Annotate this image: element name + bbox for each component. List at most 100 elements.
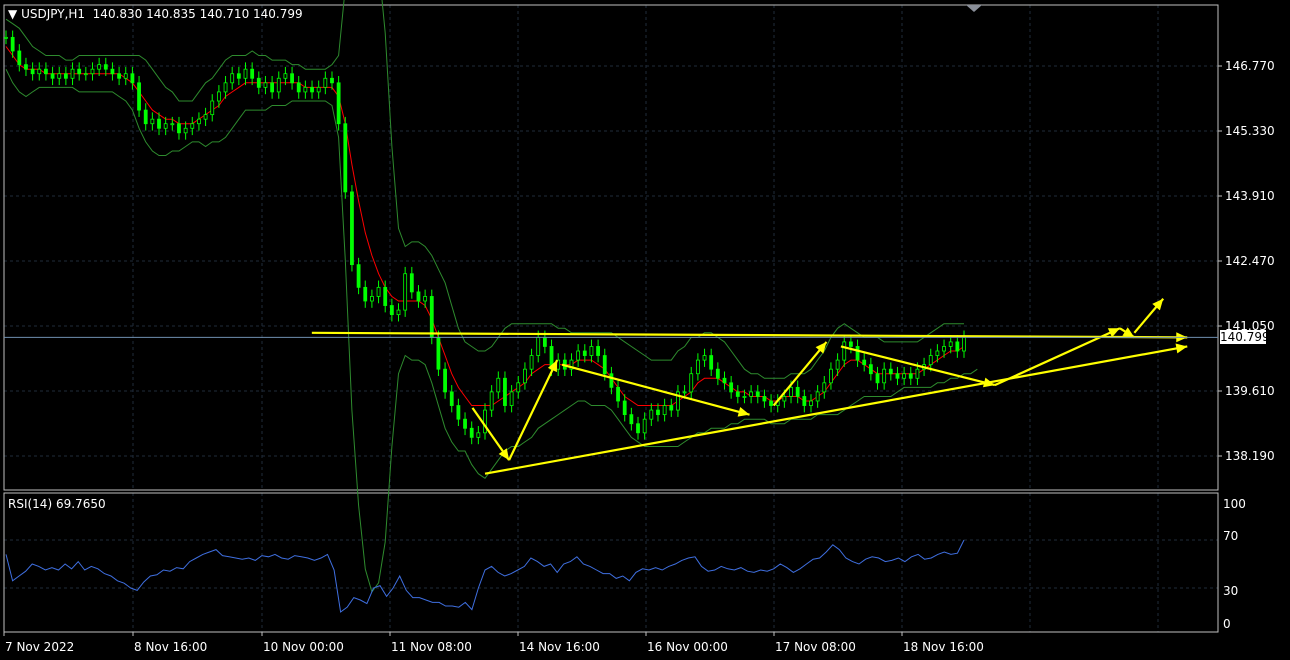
time-tick-label: 18 Nov 16:00 xyxy=(903,640,984,654)
rsi-tick-label: 70 xyxy=(1223,529,1238,543)
time-tick-label: 17 Nov 08:00 xyxy=(775,640,856,654)
candle-body xyxy=(310,86,314,93)
candle-body xyxy=(449,391,454,406)
candle-body xyxy=(955,341,960,352)
price-axis: 146.770145.330143.910142.470141.050139.6… xyxy=(1218,59,1275,463)
high-value: 140.835 xyxy=(146,7,196,21)
candle-body xyxy=(962,336,966,352)
candle-body xyxy=(463,418,467,429)
rsi-label: RSI(14) xyxy=(8,497,53,511)
collapse-triangle-icon[interactable]: ▼ xyxy=(8,7,17,21)
candle-body xyxy=(542,336,547,347)
candle-body xyxy=(110,68,115,75)
candle-body xyxy=(10,36,15,52)
lower-band-line xyxy=(5,68,978,594)
candle-body xyxy=(649,409,654,420)
candle-body xyxy=(123,73,128,79)
candle-body xyxy=(363,286,368,302)
symbol-label: USDJPY,H1 xyxy=(21,7,86,21)
price-tick-label: 142.470 xyxy=(1225,254,1275,268)
candle-body xyxy=(636,423,640,434)
candle-body xyxy=(97,64,102,70)
price-tick-label: 146.770 xyxy=(1225,59,1275,73)
open-value: 140.830 xyxy=(92,7,143,21)
candle-body xyxy=(689,373,694,393)
annotation-arrow-head xyxy=(1175,343,1188,354)
candle-body xyxy=(137,82,141,111)
candle-body xyxy=(729,382,734,393)
candle-body xyxy=(183,127,188,134)
candle-body xyxy=(236,73,241,79)
candle-body xyxy=(456,405,461,420)
candle-body xyxy=(163,123,168,129)
candle-body xyxy=(276,77,281,93)
candle-body xyxy=(223,82,228,93)
candle-body xyxy=(370,296,374,302)
candle-body xyxy=(529,355,534,370)
candle-body xyxy=(256,77,261,88)
rsi-header: RSI(14) 69.7650 xyxy=(8,497,106,511)
candle-body xyxy=(902,373,907,379)
current-price-tag: 140.799 xyxy=(1220,330,1270,344)
candle-body xyxy=(469,427,474,438)
candle-body xyxy=(37,68,42,75)
candle-body xyxy=(263,82,268,88)
candle-body xyxy=(516,382,521,393)
candle-body xyxy=(436,336,441,370)
candle-body xyxy=(30,68,35,75)
candle-body xyxy=(396,309,401,316)
candle-body xyxy=(662,405,667,416)
annotation-arrows xyxy=(311,298,1188,475)
candle-body xyxy=(755,391,760,397)
candle-body xyxy=(343,123,348,193)
candle-body xyxy=(416,291,421,302)
candle-body xyxy=(70,68,75,79)
candle-body xyxy=(789,386,793,397)
time-tick-label: 8 Nov 16:00 xyxy=(134,640,207,654)
candle-body xyxy=(669,405,674,411)
candle-body xyxy=(849,341,853,347)
scroll-marker-icon[interactable] xyxy=(966,5,982,12)
candle-body xyxy=(715,368,720,379)
candle-body xyxy=(243,68,248,79)
candle-body xyxy=(389,305,394,316)
candle-body xyxy=(63,73,68,79)
candle-body xyxy=(103,64,108,70)
candle-body xyxy=(642,418,647,434)
close-value: 140.799 xyxy=(253,7,303,21)
candle-body xyxy=(230,73,235,84)
time-tick-label: 11 Nov 08:00 xyxy=(391,640,472,654)
time-axis: 7 Nov 2022 8 Nov 16:00 10 Nov 00:00 11 Nov … xyxy=(3,632,984,654)
candle-body xyxy=(656,409,660,416)
candle-body xyxy=(489,391,494,411)
rsi-series-line xyxy=(5,539,965,613)
candle-body xyxy=(809,400,813,406)
candle-body xyxy=(216,91,221,102)
candle-body xyxy=(942,346,946,352)
rsi-tick-label: 30 xyxy=(1223,584,1238,598)
price-tick-label: 139.610 xyxy=(1225,384,1275,398)
candle-body xyxy=(722,377,727,384)
candle-body xyxy=(57,73,62,79)
price-candles xyxy=(4,30,966,445)
candle-body xyxy=(409,273,414,293)
candle-body xyxy=(835,359,840,370)
rsi-tick-label: 100 xyxy=(1223,497,1246,511)
candle-body xyxy=(283,73,288,79)
candle-body xyxy=(24,64,28,70)
candle-body xyxy=(50,73,55,79)
candle-body xyxy=(296,82,301,93)
candle-body xyxy=(762,396,767,402)
candle-body xyxy=(815,391,820,402)
candle-body xyxy=(695,359,700,375)
rsi-value: 69.7650 xyxy=(55,497,106,511)
candle-body xyxy=(203,114,208,120)
candle-body xyxy=(875,373,880,384)
upper-band-line xyxy=(5,0,964,379)
time-tick-label: 14 Nov 16:00 xyxy=(519,640,600,654)
candle-body xyxy=(356,264,361,288)
candle-body xyxy=(429,296,434,338)
annotation-arrow-line xyxy=(311,331,1188,339)
candle-body xyxy=(868,364,873,375)
candle-body xyxy=(303,86,308,93)
